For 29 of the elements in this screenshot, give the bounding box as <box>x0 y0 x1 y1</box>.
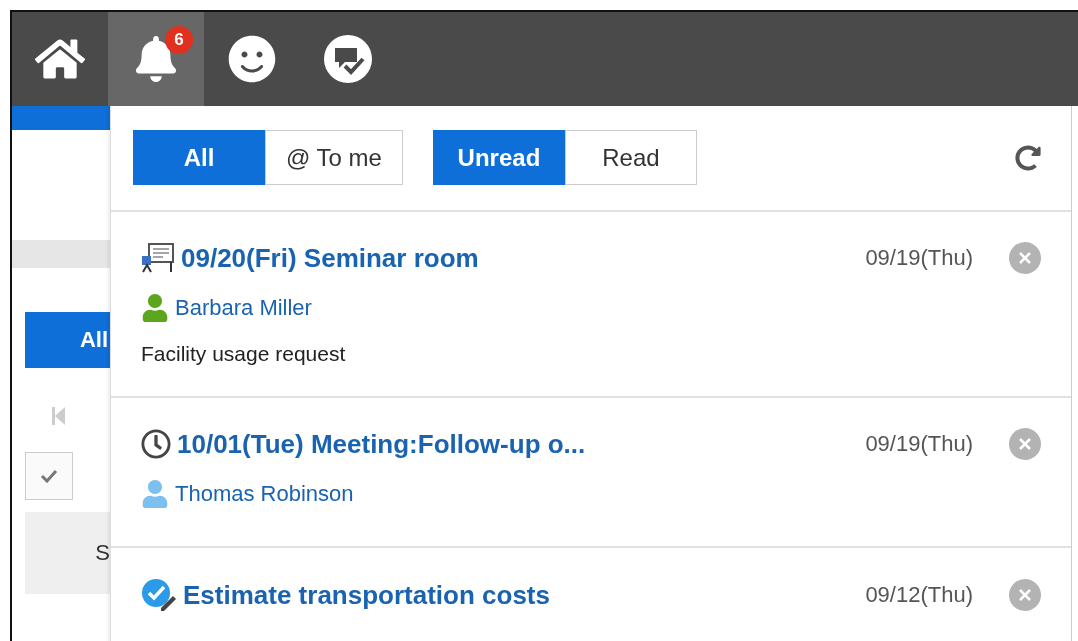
clock-icon <box>141 429 171 459</box>
all-button[interactable]: All <box>25 312 110 368</box>
smiley-icon <box>228 35 276 83</box>
count-badge: 6 <box>165 26 193 54</box>
filter-tab[interactable]: Unread <box>432 130 565 185</box>
close-icon <box>1018 437 1032 451</box>
filter-tab[interactable]: All <box>133 130 265 185</box>
notification-date: 09/19(Thu) <box>865 431 973 457</box>
check-pencil-icon <box>141 578 177 612</box>
notification-date: 09/19(Thu) <box>865 245 973 271</box>
notification-title[interactable]: 09/20(Fri) Seminar room <box>181 242 479 274</box>
notification-description: Facility usage request <box>141 342 347 366</box>
toolbar-button[interactable]: 6 <box>108 12 204 106</box>
header-text: S <box>95 540 110 566</box>
check-icon <box>40 469 58 483</box>
speech-bubble-check-icon <box>323 34 373 84</box>
refresh-button[interactable] <box>1015 144 1041 171</box>
sender-link[interactable]: Barbara Miller <box>175 295 312 321</box>
notification-title[interactable]: Estimate transportation costs <box>183 579 550 611</box>
filter-tab[interactable]: Read <box>564 130 697 185</box>
notification-title[interactable]: 10/01(Tue) Meeting:Follow-up o... <box>177 428 586 460</box>
notification-date: 09/12(Thu) <box>865 582 973 608</box>
filter-tab[interactable]: @ To me <box>265 130 403 185</box>
sender-link[interactable]: Thomas Robinson <box>175 481 354 507</box>
close-icon <box>1018 251 1032 265</box>
checkbox[interactable] <box>25 452 73 500</box>
presentation-board-icon <box>141 242 175 274</box>
close-icon <box>1018 588 1032 602</box>
first-page-icon <box>52 406 66 426</box>
